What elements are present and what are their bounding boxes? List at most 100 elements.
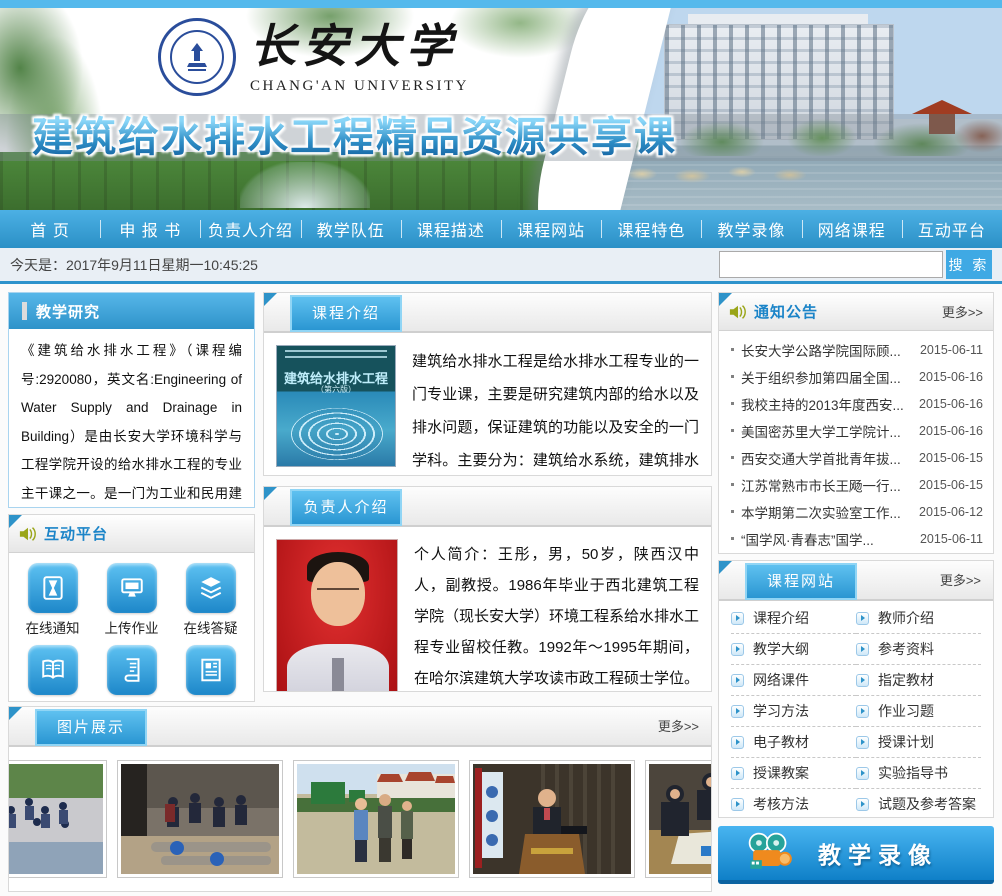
university-logo: 长安大学 CHANG'AN UNIVERSITY [158,18,469,96]
nav-item-site[interactable]: 课程网站 [501,210,601,248]
arrow-icon [856,612,869,625]
site-link[interactable]: 教学大纲 [731,634,856,665]
bullet-icon [731,429,734,432]
right-column: 通知公告 更多>> 长安大学公路学院国际顾...2015-06-11 关于组织参… [718,292,994,892]
textbook-cover: 建筑给水排水工程 （第六版） — · — [276,345,396,467]
site-link[interactable]: 参考资料 [856,634,981,665]
interactive-platform-header: 互动平台 [9,515,254,553]
open-book-icon[interactable] [28,645,78,695]
notice-item[interactable]: 关于组织参加第四届全国...2015-06-16 [729,363,983,390]
site-link[interactable]: 授课计划 [856,727,981,758]
notice-item[interactable]: 江苏常熟市市长王飏一行...2015-06-15 [729,471,983,498]
corner-fold-icon [9,707,22,720]
gallery-photo-lecture[interactable] [469,760,635,878]
nav-item-platform[interactable]: 互动平台 [902,210,1002,248]
search-button[interactable]: 搜 索 [946,250,992,279]
university-seal-icon [158,18,236,96]
arrow-icon [856,705,869,718]
notice-item[interactable]: 西安交通大学首批青年拔...2015-06-15 [729,444,983,471]
nav-item-team[interactable]: 教学队伍 [301,210,401,248]
seal-tower-icon [180,40,214,74]
corner-fold-icon [264,487,277,500]
arrow-icon [731,674,744,687]
online-qa-item[interactable]: 在线答疑 [171,561,250,637]
arrow-icon [731,767,744,780]
site-link[interactable]: 课程介绍 [731,603,856,634]
gallery-tab[interactable]: 图片展示 [35,709,147,746]
site-link[interactable]: 指定教材 [856,665,981,696]
site-link[interactable]: 电子教材 [731,727,856,758]
course-intro-box: 课程介绍 建筑给水排水工程 （第六版） — · — 建筑给水排水工程是给水排水工… [263,292,712,476]
notice-item[interactable]: 我校主持的2013年度西安...2015-06-16 [729,390,983,417]
site-link[interactable]: 试题及参考答案 [856,789,981,818]
arrow-icon [731,705,744,718]
notice-item[interactable]: “国学风·青春志”国学...2015-06-11 [729,525,983,552]
site-link[interactable]: 网络课件 [731,665,856,696]
corner-fold-icon [9,515,22,528]
left-column: 教学研究 《建筑给水排水工程》（课程编号:2920080，英文名:Enginee… [8,292,255,702]
textbook-edition: （第六版） [277,384,395,395]
arrow-icon [731,798,744,811]
nav-item-home[interactable]: 首 页 [0,210,100,248]
leader-intro-box: 负责人介绍 个人简介：王彤，男，50岁，陕西汉中人，副教授。1986年毕业于西北… [263,486,712,692]
notice-item[interactable]: 美国密苏里大学工学院计...2015-06-16 [729,417,983,444]
nav-item-description[interactable]: 课程描述 [401,210,501,248]
online-notice-item[interactable]: 在线通知 [13,561,92,637]
gallery-photo-field-trip[interactable] [293,760,459,878]
gallery-more-link[interactable]: 更多>> [658,707,699,747]
arrow-icon [856,736,869,749]
bullet-icon [731,402,734,405]
logo-text-cn: 长安大学 [250,18,469,76]
top-accent-strip [0,0,1002,8]
contact-icon[interactable] [186,645,236,695]
gallery-photo-pump-room[interactable] [117,760,283,878]
banner-title-band: 建筑给水排水工程精品资源共享课 建筑给水排水工程精品资源共享课 [0,114,1002,161]
notices-more-link[interactable]: 更多>> [942,302,983,321]
nav-item-features[interactable]: 课程特色 [601,210,701,248]
gallery-photo-students-steps[interactable] [9,760,107,878]
upload-homework-item[interactable]: 上传作业 [92,561,171,637]
site-link[interactable]: 实验指导书 [856,758,981,789]
nav-item-application[interactable]: 申 报 书 [100,210,200,248]
nav-item-videos[interactable]: 教学录像 [701,210,801,248]
site-link[interactable]: 考核方法 [731,789,856,818]
hourglass-icon[interactable] [28,563,78,613]
course-site-tab[interactable]: 课程网站 [745,563,857,600]
nav-item-leader[interactable]: 负责人介绍 [200,210,300,248]
feedback-icon[interactable] [107,645,157,695]
notices-header: 通知公告 更多>> [719,293,993,331]
banner-title: 建筑给水排水工程精品资源共享课 [32,114,677,160]
gallery-header: 图片展示 更多>> [9,707,711,747]
course-intro-tab[interactable]: 课程介绍 [290,295,402,332]
fountain-decoration [240,162,370,208]
course-site-links: 课程介绍 教师介绍 教学大纲 参考资料 网络课件 指定教材 学习方法 作业习题 … [719,601,993,818]
gallery-photo-group-study[interactable] [645,760,711,878]
gallery-box: 图片展示 更多>> [8,706,712,892]
feedback-item[interactable]: 意见与建议 [92,643,171,702]
corner-fold-icon [264,293,277,306]
contact-item[interactable]: 联系方式 [171,643,250,702]
monitor-icon[interactable] [107,563,157,613]
layers-icon[interactable] [186,563,236,613]
site-link[interactable]: 学习方法 [731,696,856,727]
teaching-research-body: 《建筑给水排水工程》（课程编号:2920080，英文名:Engineering … [9,329,254,508]
site-link[interactable]: 教师介绍 [856,603,981,634]
course-site-more-link[interactable]: 更多>> [940,561,981,601]
leader-intro-tab[interactable]: 负责人介绍 [290,489,402,526]
notices-title: 通知公告 [754,301,818,322]
site-link[interactable]: 作业习题 [856,696,981,727]
arrow-icon [856,674,869,687]
bullet-icon [731,510,734,513]
notice-item[interactable]: 本学期第二次实验室工作...2015-06-12 [729,498,983,525]
teaching-video-banner[interactable]: 教学录像 [718,826,994,884]
water-ripple-decoration [291,408,383,460]
site-link[interactable]: 授课教案 [731,758,856,789]
search-input[interactable] [719,251,943,278]
leader-portrait-photo [276,539,398,692]
self-test-item[interactable]: 网上自测 [13,643,92,702]
arrow-icon [856,767,869,780]
nav-item-online-course[interactable]: 网络课程 [802,210,902,248]
notice-item[interactable]: 长安大学公路学院国际顾...2015-06-11 [729,336,983,363]
interactive-platform-box: 互动平台 在线通知 [8,514,255,702]
search-area: 搜 索 [719,250,992,279]
